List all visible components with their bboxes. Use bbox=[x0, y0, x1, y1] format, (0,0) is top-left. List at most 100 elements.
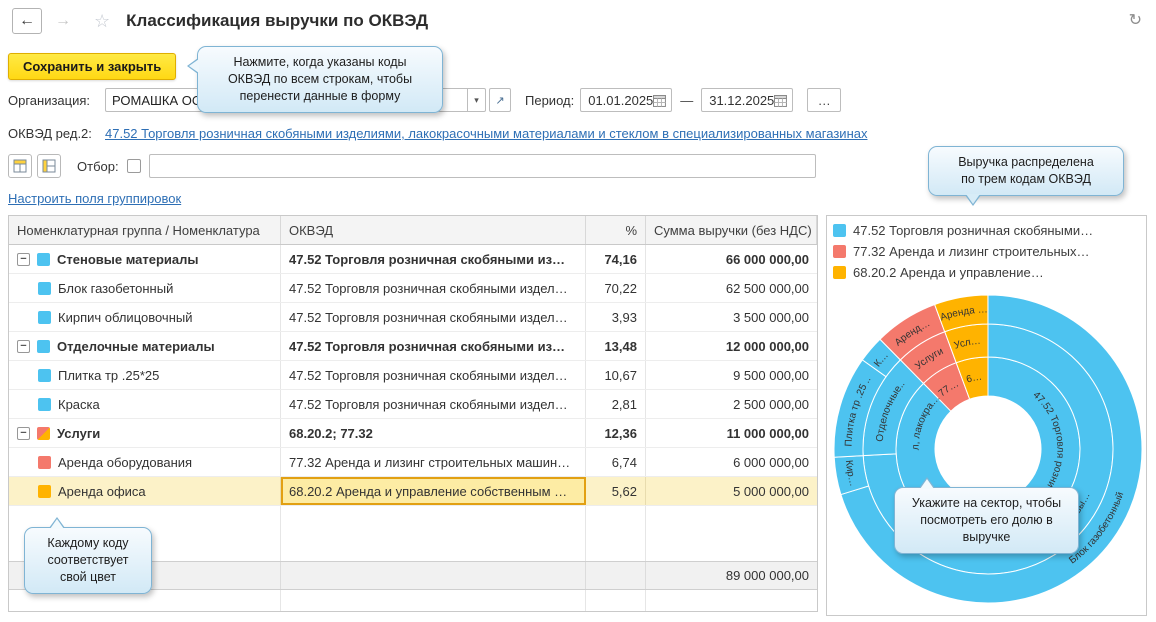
column-header-nomenclature[interactable]: Номенклатурная группа / Номенклатура bbox=[9, 216, 281, 244]
table-row[interactable]: − Отделочные материалы 47.52 Торговля розн… bbox=[9, 332, 817, 361]
calendar-icon[interactable] bbox=[653, 94, 667, 107]
field-list-icon bbox=[42, 159, 56, 173]
nomenclature-cell: Плитка тр .25*25 bbox=[9, 361, 281, 389]
okved-cell[interactable]: 47.52 Торговля розничная скобяными издел… bbox=[281, 361, 586, 389]
percent-cell: 12,36 bbox=[586, 419, 646, 447]
okved-link[interactable]: 47.52 Торговля розничная скобяными издел… bbox=[105, 126, 867, 141]
okved-cell[interactable]: 68.20.2; 77.32 bbox=[281, 419, 586, 447]
okved-cell[interactable]: 47.52 Торговля розничная скобяными из… bbox=[281, 332, 586, 360]
table-row[interactable]: Блок газобетонный 47.52 Торговля рознична… bbox=[9, 274, 817, 303]
period-dash: — bbox=[680, 92, 694, 108]
color-swatch bbox=[38, 281, 51, 295]
sum-cell: 2 500 000,00 bbox=[733, 396, 809, 412]
nomenclature-cell: Аренда офиса bbox=[9, 477, 281, 505]
okved-cell[interactable]: 47.52 Торговля розничная скобяными издел… bbox=[281, 274, 586, 302]
color-swatch bbox=[38, 368, 51, 382]
nomenclature-name: Блок газобетонный bbox=[58, 280, 174, 296]
legend-swatch bbox=[833, 245, 846, 258]
percent-cell: 74,16 bbox=[586, 245, 646, 273]
nomenclature-name: Услуги bbox=[57, 425, 101, 441]
color-swatch bbox=[38, 397, 51, 411]
color-swatch bbox=[37, 426, 50, 440]
legend-label: 47.52 Торговля розничная скобяными… bbox=[853, 223, 1094, 238]
forward-button[interactable]: → bbox=[48, 8, 78, 34]
open-link-icon: ↗ bbox=[495, 94, 505, 107]
color-swatch bbox=[38, 484, 51, 498]
column-header-percent[interactable]: % bbox=[586, 216, 646, 244]
table-row[interactable]: Аренда оборудования 77.32 Аренда и лизинг… bbox=[9, 448, 817, 477]
legend-item[interactable]: 47.52 Торговля розничная скобяными… bbox=[833, 220, 1140, 241]
okved-cell[interactable]: 47.52 Торговля розничная скобяными издел… bbox=[281, 390, 586, 418]
okved-cell[interactable]: 68.20.2 Аренда и управление собственным … bbox=[281, 477, 586, 505]
table-row[interactable]: Краска 47.52 Торговля розничная скобяными… bbox=[9, 390, 817, 419]
refresh-icon[interactable]: ↻ bbox=[1129, 10, 1142, 30]
period-more-button[interactable]: … bbox=[807, 88, 842, 112]
percent-cell: 2,81 bbox=[586, 390, 646, 418]
percent-cell: 13,48 bbox=[586, 332, 646, 360]
nomenclature-cell: Блок газобетонный bbox=[9, 274, 281, 302]
nomenclature-cell: Кирпич облицовочный bbox=[9, 303, 281, 331]
calendar-icon[interactable] bbox=[774, 94, 788, 107]
sum-cell: 6 000 000,00 bbox=[733, 454, 809, 470]
table-body: − Стеновые материалы 47.52 Торговля рознич… bbox=[9, 245, 817, 506]
sum-cell: 3 500 000,00 bbox=[733, 309, 809, 325]
chevron-down-icon: ▾ bbox=[474, 94, 479, 105]
color-swatch bbox=[37, 339, 50, 353]
period-to-input[interactable]: 31.12.2025 bbox=[701, 88, 794, 112]
organization-open-button[interactable]: ↗ bbox=[489, 88, 511, 112]
organization-dropdown-button[interactable]: ▾ bbox=[468, 88, 486, 112]
nomenclature-name: Стеновые материалы bbox=[57, 251, 199, 267]
legend-label: 77.32 Аренда и лизинг строительных… bbox=[853, 244, 1090, 259]
sum-cell: 5 000 000,00 bbox=[733, 483, 809, 499]
okved-cell[interactable]: 77.32 Аренда и лизинг строительных машин… bbox=[281, 448, 586, 476]
legend-swatch bbox=[833, 266, 846, 279]
nomenclature-name: Отделочные материалы bbox=[57, 338, 215, 354]
percent-cell: 3,93 bbox=[586, 303, 646, 331]
nomenclature-cell: Аренда оборудования bbox=[9, 448, 281, 476]
field-list-button[interactable] bbox=[37, 154, 61, 178]
nomenclature-name: Аренда офиса bbox=[58, 483, 146, 499]
legend-item[interactable]: 68.20.2 Аренда и управление… bbox=[833, 262, 1140, 283]
okved-row: ОКВЭД ред.2: 47.52 Торговля розничная ск… bbox=[8, 123, 867, 143]
legend-item[interactable]: 77.32 Аренда и лизинг строительных… bbox=[833, 241, 1140, 262]
sunburst-chart: 47.52 Торговля розни…77…6…Стеновы…Отдело… bbox=[833, 294, 1143, 604]
nomenclature-cell: Краска bbox=[9, 390, 281, 418]
collapse-expander-icon[interactable]: − bbox=[17, 252, 30, 266]
chart-panel: 47.52 Торговля розничная скобяными… 77.32… bbox=[826, 215, 1147, 616]
okved-cell[interactable]: 47.52 Торговля розничная скобяными издел… bbox=[281, 303, 586, 331]
sum-cell: 66 000 000,00 bbox=[725, 251, 809, 267]
sum-cell: 11 000 000,00 bbox=[726, 425, 809, 441]
organization-label: Организация: bbox=[8, 92, 91, 108]
table-row[interactable]: − Стеновые материалы 47.52 Торговля рознич… bbox=[9, 245, 817, 274]
filter-checkbox[interactable] bbox=[126, 159, 141, 173]
tooltip-save-hint: Нажмите, когда указаны коды ОКВЭД по все… bbox=[187, 46, 443, 113]
legend-label: 68.20.2 Аренда и управление… bbox=[853, 265, 1044, 280]
table-row[interactable]: − Услуги 68.20.2; 77.32 12,36 11 000 000,00 bbox=[9, 419, 817, 448]
grouping-settings-button[interactable] bbox=[8, 154, 32, 178]
filter-input[interactable] bbox=[148, 154, 816, 178]
collapse-expander-icon[interactable]: − bbox=[17, 339, 30, 353]
period-label: Период: bbox=[525, 92, 575, 108]
nomenclature-name: Плитка тр .25*25 bbox=[58, 367, 160, 383]
collapse-expander-icon[interactable]: − bbox=[17, 426, 30, 440]
okved-cell[interactable]: 47.52 Торговля розничная скобяными из… bbox=[281, 245, 586, 273]
nomenclature-cell: − Стеновые материалы bbox=[9, 245, 281, 273]
configure-grouping-fields-link[interactable]: Настроить поля группировок bbox=[8, 191, 181, 206]
table-row[interactable]: Кирпич облицовочный 47.52 Торговля рознич… bbox=[9, 303, 817, 332]
nomenclature-name: Краска bbox=[58, 396, 100, 412]
window-header: ← → ☆ Классификация выручки по ОКВЭД ↻ bbox=[0, 0, 1156, 42]
column-header-okved[interactable]: ОКВЭД bbox=[281, 216, 586, 244]
table-row[interactable]: Аренда офиса 68.20.2 Аренда и управление … bbox=[9, 477, 817, 506]
period-from-input[interactable]: 01.01.2025 bbox=[580, 88, 673, 112]
nomenclature-cell: − Услуги bbox=[9, 419, 281, 447]
color-swatch bbox=[37, 252, 50, 266]
nomenclature-name: Кирпич облицовочный bbox=[58, 309, 193, 325]
save-and-close-button[interactable]: Сохранить и закрыть bbox=[8, 53, 177, 80]
back-button[interactable]: ← bbox=[12, 8, 42, 34]
period-to-value: 31.12.2025 bbox=[709, 92, 775, 108]
table-header: Номенклатурная группа / Номенклатура ОКВ… bbox=[9, 216, 817, 245]
table-row[interactable]: Плитка тр .25*25 47.52 Торговля розничная… bbox=[9, 361, 817, 390]
color-swatch bbox=[38, 310, 51, 324]
column-header-sum[interactable]: Сумма выручки (без НДС) bbox=[646, 216, 817, 244]
favorite-star-icon[interactable]: ☆ bbox=[94, 11, 110, 32]
